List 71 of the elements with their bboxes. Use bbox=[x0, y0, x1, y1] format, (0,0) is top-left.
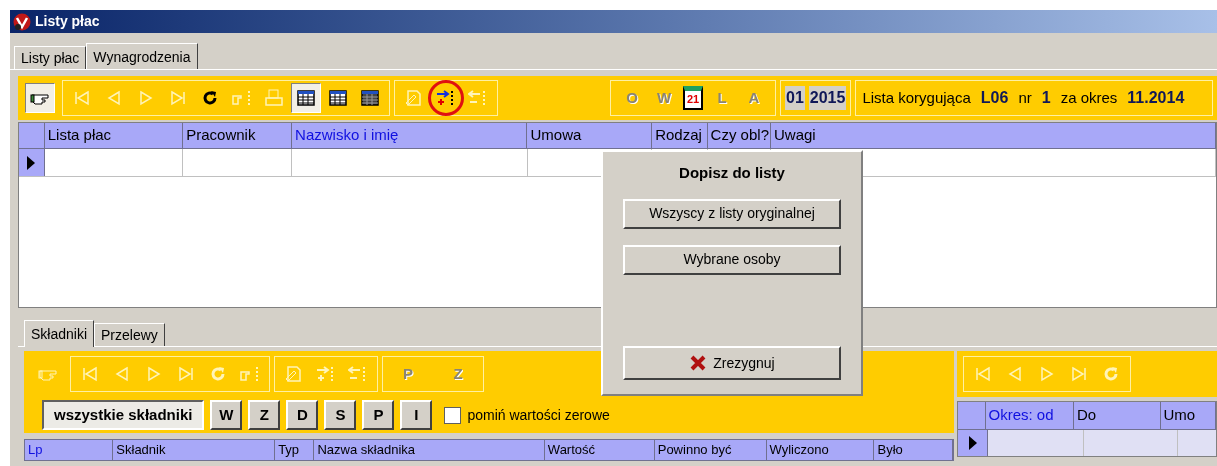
row-indicator[interactable] bbox=[958, 430, 988, 456]
cancel-button[interactable]: Zrezygnuj bbox=[623, 346, 841, 380]
table-button[interactable] bbox=[291, 83, 321, 113]
filter-button[interactable]: Z bbox=[248, 400, 281, 430]
column-header[interactable]: Okres: od bbox=[985, 402, 1074, 429]
filter-button[interactable]: S bbox=[324, 400, 357, 430]
info-text: 11.2014 bbox=[1127, 88, 1185, 108]
column-header[interactable]: Wartość bbox=[544, 440, 655, 460]
dialog-button[interactable]: Wybrane osoby bbox=[623, 244, 841, 275]
info-text: nr bbox=[1018, 87, 1032, 108]
column-header[interactable]: Do bbox=[1073, 402, 1161, 429]
column-header[interactable]: Uwagi bbox=[770, 123, 1216, 148]
document-edit-icon bbox=[404, 89, 424, 107]
tab[interactable]: Wynagrodzenia bbox=[86, 43, 198, 70]
current-row-icon bbox=[968, 436, 977, 450]
checkbox[interactable] bbox=[444, 406, 462, 424]
tab[interactable]: Listy płac bbox=[14, 46, 87, 69]
remove-from-list-icon bbox=[348, 365, 368, 383]
tab[interactable]: Przelewy bbox=[94, 323, 165, 346]
info-text: 1 bbox=[1041, 88, 1051, 108]
column-header[interactable]: Składnik bbox=[113, 440, 276, 460]
checkbox-label: pomiń wartości zerowe bbox=[467, 405, 610, 425]
remove-from-list-icon bbox=[468, 89, 488, 107]
column-header[interactable]: Lista płac bbox=[44, 123, 184, 148]
printer-icon bbox=[264, 89, 284, 107]
dialog-button[interactable]: Wszyscy z listy oryginalnej bbox=[623, 198, 841, 229]
document-edit-icon bbox=[284, 365, 304, 383]
calendar-button[interactable]: 21 bbox=[681, 83, 705, 113]
filter-button[interactable]: wszystkie składniki bbox=[42, 400, 205, 430]
column-header[interactable]: Lp bbox=[25, 440, 114, 460]
column-header[interactable]: Czy obl? bbox=[707, 123, 771, 148]
column-header[interactable]: Nazwa składnika bbox=[314, 440, 545, 460]
table-icon bbox=[296, 89, 316, 107]
window-title: Listy płac bbox=[35, 12, 100, 31]
filter-button[interactable]: D bbox=[286, 400, 319, 430]
column-header[interactable]: Typ bbox=[275, 440, 315, 460]
skip-last-icon bbox=[168, 89, 188, 107]
column-header[interactable]: Rodzaj bbox=[652, 123, 708, 148]
hand-list-icon bbox=[240, 365, 260, 383]
current-row-icon bbox=[27, 155, 36, 170]
row-indicator[interactable] bbox=[19, 149, 45, 176]
skip-first-icon bbox=[80, 365, 100, 383]
skip-last-icon bbox=[176, 365, 196, 383]
column-header[interactable]: Było bbox=[874, 440, 953, 460]
column-header[interactable]: Powinno być bbox=[654, 440, 767, 460]
skip-last-icon bbox=[1069, 365, 1089, 383]
table-icon bbox=[360, 89, 380, 107]
column-header[interactable]: Nazwisko i imię bbox=[292, 123, 528, 148]
add-to-list-icon bbox=[316, 365, 336, 383]
column-header[interactable]: Pracownik bbox=[183, 123, 293, 148]
info-text: L06 bbox=[980, 88, 1009, 108]
table-icon bbox=[328, 89, 348, 107]
filter-button[interactable]: P bbox=[362, 400, 395, 430]
filter-button[interactable]: I bbox=[400, 400, 433, 430]
close-icon bbox=[689, 354, 708, 372]
hand-list-icon bbox=[232, 89, 252, 107]
skip-first-icon bbox=[973, 365, 993, 383]
tab[interactable]: Składniki bbox=[24, 320, 95, 347]
dialog-title: Dopisz do listy bbox=[679, 163, 785, 183]
info-text: Lista korygująca bbox=[862, 87, 971, 108]
period-year: 2015 bbox=[808, 86, 847, 110]
pointing-hand-button[interactable] bbox=[25, 83, 55, 113]
app-logo-icon bbox=[13, 12, 31, 31]
column-header[interactable]: Umo bbox=[1160, 402, 1216, 429]
info-text: za okres bbox=[1060, 87, 1118, 108]
filter-button[interactable]: W bbox=[210, 400, 243, 430]
column-header[interactable]: Umowa bbox=[527, 123, 653, 148]
column-header[interactable]: Wyliczono bbox=[766, 440, 875, 460]
skip-first-icon bbox=[72, 89, 92, 107]
add-to-list-icon bbox=[436, 89, 456, 107]
period-month: 01 bbox=[785, 86, 805, 110]
